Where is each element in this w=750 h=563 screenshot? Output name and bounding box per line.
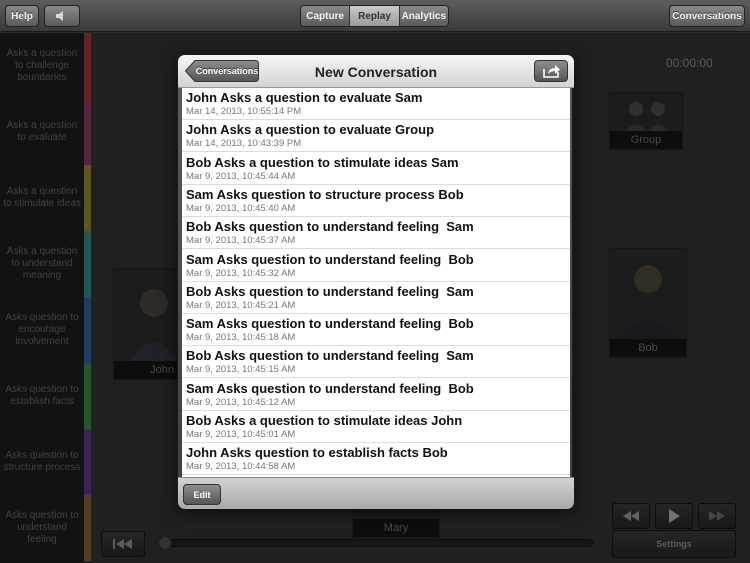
conversation-row[interactable]: Sam Asks question to understand feeling … <box>182 378 570 411</box>
conversation-title: Bob Asks question to understand feeling … <box>186 348 474 364</box>
conversation-timestamp: Mar 9, 2013, 10:45:32 AM <box>186 267 296 279</box>
conversation-timestamp: Mar 9, 2013, 10:45:01 AM <box>186 429 296 440</box>
popover-footer: Edit <box>178 477 574 509</box>
conversation-row[interactable]: Bob Asks question to understand feeling … <box>182 281 570 314</box>
conversation-title: John Asks a question to evaluate Group <box>186 122 435 138</box>
conversation-timestamp: Mar 9, 2013, 10:45:44 AM <box>186 170 296 182</box>
conversation-timestamp: Mar 9, 2013, 10:44:58 AM <box>186 461 296 473</box>
conversation-title: Sam Asks question to structure process B… <box>186 186 464 202</box>
conversation-timestamp: Mar 9, 2013, 10:45:15 AM <box>186 364 296 376</box>
conversation-title: Sam Asks question to understand feeling … <box>186 316 474 332</box>
conversation-timestamp: Mar 9, 2013, 10:45:18 AM <box>186 332 296 344</box>
popover-title: New Conversation <box>314 63 438 80</box>
conversation-title: John Asks question to establish facts Bo… <box>186 445 448 461</box>
conversations-back-button[interactable]: Conversations <box>185 60 259 82</box>
help-button[interactable]: Help <box>5 5 39 27</box>
conversation-timestamp: Mar 9, 2013, 10:45:12 AM <box>186 396 296 408</box>
app-window: Help Capture Replay Analytics Conversati… <box>0 0 750 563</box>
mute-button[interactable] <box>44 5 80 27</box>
conversation-row[interactable]: John Asks a question to evaluate Group Ma… <box>182 120 570 153</box>
conversation-timestamp: Mar 9, 2013, 10:45:21 AM <box>186 299 296 311</box>
tab-analytics[interactable]: Analytics <box>399 6 448 26</box>
share-icon <box>543 65 560 78</box>
conversation-row[interactable]: Sam Asks question to understand feeling … <box>182 249 570 282</box>
conversation-title: Sam Asks question to understand feeling … <box>186 380 474 396</box>
conversation-list[interactable]: John Asks a question to evaluate Sam Mar … <box>182 88 570 477</box>
conversation-row[interactable]: Sam Asks question to structure process B… <box>182 184 570 217</box>
conversation-timestamp: Mar 9, 2013, 10:45:40 AM <box>186 202 296 214</box>
conversation-row[interactable]: Bob Asks a question to stimulate ideas J… <box>182 411 570 443</box>
conversation-popover: Conversations New Conversation John Asks… <box>177 54 574 509</box>
conversations-button[interactable]: Conversations <box>669 5 745 27</box>
conversation-row[interactable]: Bob Asks a question to stimulate ideas S… <box>182 152 570 185</box>
conversation-title: Bob Asks question to understand feeling … <box>186 219 474 235</box>
conversation-timestamp: Mar 9, 2013, 10:45:37 AM <box>186 235 296 247</box>
conversation-timestamp: Mar 14, 2013, 10:43:39 PM <box>186 138 302 150</box>
conversation-row[interactable]: Bob Asks question to understand feeling … <box>182 217 570 250</box>
share-button[interactable] <box>534 60 568 82</box>
conversation-title: Bob Asks question to understand feeling … <box>186 283 474 299</box>
tab-replay[interactable]: Replay <box>350 6 400 26</box>
mode-segmented-control: Capture Replay Analytics <box>300 5 449 27</box>
popover-header: Conversations New Conversation <box>178 55 574 88</box>
conversation-row[interactable]: Bob Asks question to understand feeling … <box>182 346 570 379</box>
speaker-icon <box>56 11 63 21</box>
conversation-title: John Asks a question to evaluate Sam <box>186 90 423 105</box>
edit-button[interactable]: Edit <box>183 484 221 505</box>
conversation-title: Sam Asks question to understand feeling … <box>186 251 474 267</box>
conversation-row[interactable]: Sam Asks question to understand feeling … <box>182 314 570 347</box>
tab-capture[interactable]: Capture <box>301 6 351 26</box>
conversation-timestamp: Mar 14, 2013, 10:55:14 PM <box>186 106 302 117</box>
top-toolbar: Help Capture Replay Analytics Conversati… <box>0 0 750 32</box>
conversation-title: Bob Asks a question to stimulate ideas J… <box>186 413 463 428</box>
back-button-label: Conversations <box>195 66 259 76</box>
conversation-row[interactable]: John Asks a question to evaluate Sam Mar … <box>182 88 570 120</box>
conversation-title: Bob Asks a question to stimulate ideas S… <box>186 154 459 170</box>
conversation-row[interactable]: John Asks question to establish facts Bo… <box>182 443 570 476</box>
